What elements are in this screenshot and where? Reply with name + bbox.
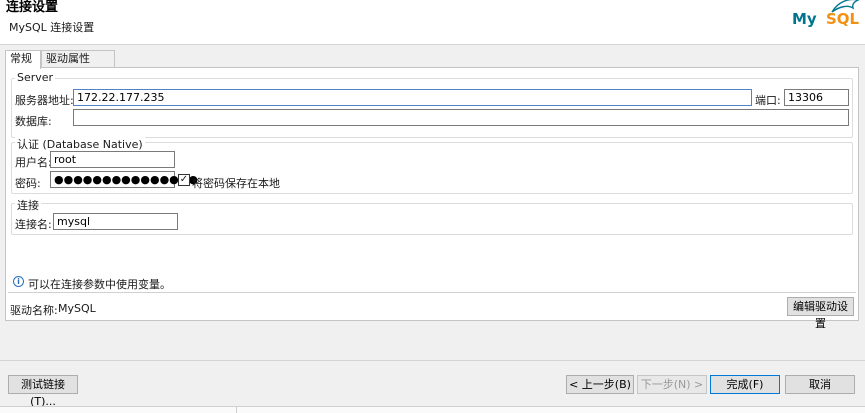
password-label: 密码: <box>15 177 41 190</box>
database-input[interactable] <box>73 109 849 126</box>
username-input[interactable] <box>50 151 175 168</box>
dialog-header: 连接设置 MySQL 连接设置 My SQL <box>0 0 865 45</box>
tab-driver-properties[interactable]: 驱动属性 <box>41 50 115 68</box>
dialog-footer: 测试链接(T)... < 上一步(B) 下一步(N) > 完成(F) 取消 <box>0 360 865 408</box>
server-legend: Server <box>15 71 56 84</box>
server-group <box>11 78 853 138</box>
port-input[interactable] <box>784 89 849 106</box>
connection-legend: 连接 <box>15 197 41 213</box>
cancel-button[interactable]: 取消 <box>785 375 855 394</box>
bottom-divider <box>236 407 237 413</box>
host-label: 服务器地址: <box>15 94 74 107</box>
host-input[interactable] <box>73 89 752 106</box>
general-panel: Server 服务器地址: 端口: 数据库: 认证 (Database Nati… <box>5 67 859 330</box>
auth-legend: 认证 (Database Native) <box>15 136 145 152</box>
tab-general[interactable]: 常规 <box>5 50 41 69</box>
password-input[interactable]: ●●●●●●●●●●●●●●● <box>50 171 198 188</box>
info-icon: i <box>13 276 24 287</box>
port-label: 端口: <box>755 94 781 107</box>
dialog-subtitle: MySQL 连接设置 <box>9 21 95 34</box>
logo-text-sql: SQL <box>826 10 860 28</box>
logo-text-my: My <box>792 10 817 28</box>
driver-name-label: 驱动名称: <box>10 304 58 317</box>
test-connection-button[interactable]: 测试链接(T)... <box>8 375 78 408</box>
info-text: 可以在连接参数中使用变量。 <box>28 278 171 291</box>
edit-driver-button[interactable]: 编辑驱动设置 <box>787 297 854 330</box>
connection-name-input[interactable] <box>53 213 178 230</box>
save-password-label: 将密码保存在本地 <box>192 177 280 190</box>
dialog-title: 连接设置 <box>6 0 59 15</box>
connection-name-label: 连接名: <box>15 218 52 231</box>
driver-name-value: MySQL <box>58 302 96 315</box>
save-password-checkbox[interactable]: ✓ <box>178 174 190 186</box>
back-button[interactable]: < 上一步(B) <box>566 375 634 394</box>
username-label: 用户名: <box>15 156 52 169</box>
mysql-logo: My SQL <box>792 0 862 40</box>
window-bottom-strip <box>0 406 865 413</box>
next-button[interactable]: 下一步(N) > <box>637 375 707 394</box>
database-label: 数据库: <box>15 115 52 128</box>
finish-button[interactable]: 完成(F) <box>710 375 780 394</box>
driver-separator <box>8 292 856 293</box>
